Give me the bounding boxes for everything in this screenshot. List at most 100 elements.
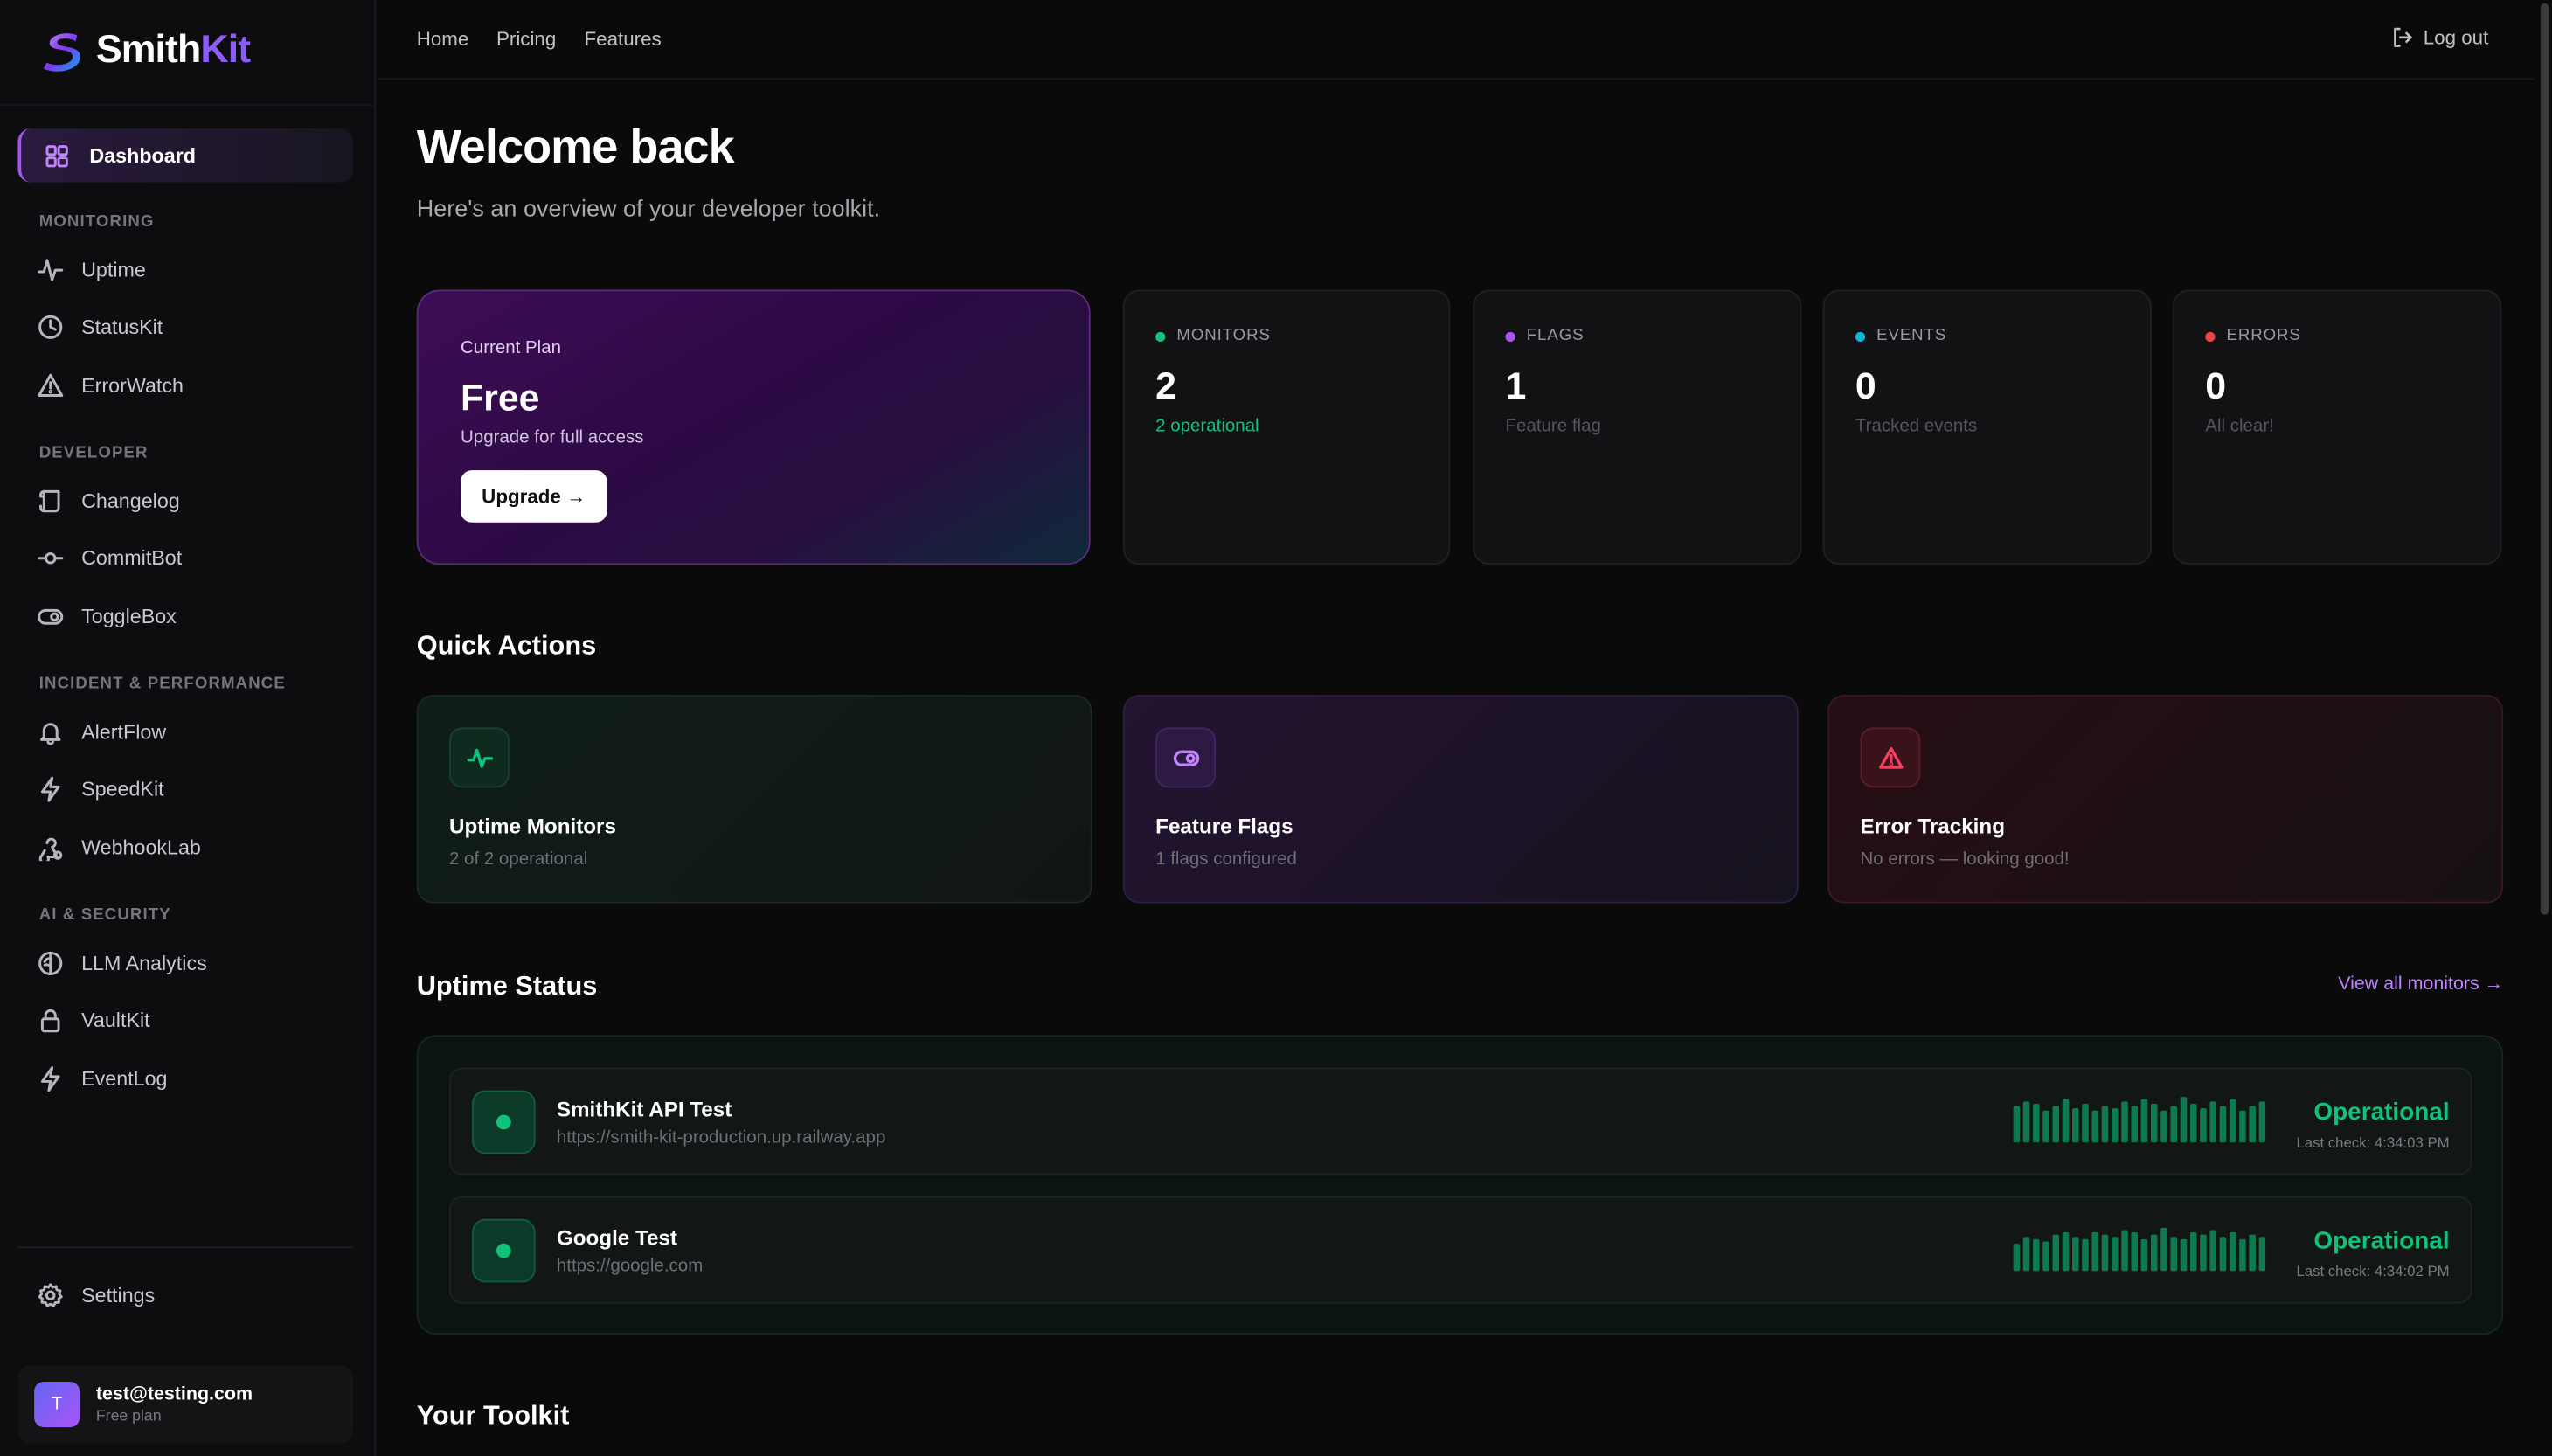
uptime-bar [2170,1237,2177,1272]
stat-card-events[interactable]: EVENTS 0 Tracked events [1822,289,2152,565]
monitor-status: Operational [2313,1227,2450,1255]
status-dot [1155,330,1166,342]
uptime-bar [2219,1237,2227,1272]
stat-card-flags[interactable]: FLAGS 1 Feature flag [1473,289,1802,565]
uptime-bar [2239,1110,2246,1143]
monitor-row[interactable]: SmithKit API Test https://smith-kit-prod… [448,1067,2472,1175]
brand-name: SmithKit [95,27,251,72]
logout-button[interactable]: Log out [2390,26,2488,49]
warning-icon [36,371,66,401]
plan-label: Current Plan [461,338,562,358]
lightning-icon [36,774,66,804]
stat-subtext: All clear! [2205,416,2274,437]
quick-action-feature-flags[interactable]: Feature Flags 1 flags configured [1122,695,1799,904]
sidebar-item-dashboard[interactable]: Dashboard [17,128,354,183]
section-heading-your-toolkit: Your Toolkit [416,1401,570,1431]
uptime-bar [2101,1234,2109,1272]
sidebar-item-label: StatusKit [81,315,163,339]
status-dot [496,1243,511,1258]
scrollbar[interactable] [2540,3,2549,915]
section-incident-performance: INCIDENT & PERFORMANCE [38,675,286,694]
uptime-bar [2219,1106,2227,1143]
plan-description: Upgrade for full access [461,427,644,448]
uptime-bar [2091,1232,2099,1272]
sidebar-item-uptime[interactable]: Uptime [36,249,345,291]
sidebar-item-eventlog[interactable]: EventLog [36,1057,345,1099]
brand-logo[interactable]: SmithKit [39,26,251,75]
sidebar-item-label: WebhookLab [81,836,201,860]
lightning-icon [36,1064,66,1094]
uptime-bar [2180,1238,2188,1272]
sidebar-item-togglebox[interactable]: ToggleBox [36,596,345,638]
uptime-bar [2042,1241,2049,1272]
stat-label: ERRORS [2226,327,2301,345]
avatar: T [34,1382,80,1428]
brain-icon [36,949,66,979]
quick-action-title: Uptime Monitors [448,814,616,839]
stat-card-monitors[interactable]: MONITORS 2 2 operational [1122,289,1451,565]
section-monitoring: MONITORING [38,212,155,232]
uptime-bar [2101,1106,2109,1143]
quick-action-uptime[interactable]: Uptime Monitors 2 of 2 operational [416,695,1092,904]
sidebar-item-speedkit[interactable]: SpeedKit [36,768,345,810]
status-dot [2205,330,2216,342]
quick-action-error-tracking[interactable]: Error Tracking No errors — looking good! [1827,695,2504,904]
upgrade-button[interactable]: Upgrade → [461,470,607,523]
status-dot [496,1114,511,1130]
sidebar-item-label: Changelog [81,489,180,513]
uptime-bar [2082,1103,2089,1143]
uptime-bar [2229,1232,2236,1272]
toggle-icon [1155,727,1217,788]
user-profile[interactable]: T test@testing.com Free plan [17,1365,354,1444]
uptime-bar [2013,1106,2021,1143]
logo-icon [43,33,80,72]
sidebar-item-webhooklab[interactable]: WebhookLab [36,827,345,869]
nav-link-features[interactable]: Features [585,28,662,51]
divider [17,1246,354,1249]
stat-header: MONITORS [1155,327,1271,345]
uptime-bar [2229,1099,2236,1143]
uptime-bar [2111,1237,2119,1272]
nav-link-home[interactable]: Home [417,28,469,51]
quick-action-title: Feature Flags [1155,814,1293,839]
sidebar-item-label: VaultKit [81,1009,150,1032]
section-heading-uptime-status: Uptime Status [416,971,598,1002]
monitor-row[interactable]: Google Test https://google.com Operation… [448,1196,2472,1304]
uptime-bar [2022,1101,2030,1143]
monitor-status-indicator [472,1090,536,1154]
uptime-bar [2150,1234,2158,1272]
section-developer: DEVELOPER [38,444,149,462]
uptime-bar [2033,1238,2040,1272]
nav-link-pricing[interactable]: Pricing [496,28,556,51]
uptime-bar [2200,1108,2207,1143]
monitor-status: Operational [2313,1098,2450,1127]
gear-icon [36,1281,66,1311]
uptime-status-panel: SmithKit API Test https://smith-kit-prod… [416,1035,2504,1335]
sidebar-item-commitbot[interactable]: CommitBot [36,537,345,579]
uptime-bar [2189,1232,2197,1272]
stat-subtext: 2 operational [1155,416,1259,437]
uptime-bar [2239,1238,2246,1272]
stat-card-errors[interactable]: ERRORS 0 All clear! [2173,289,2502,565]
sidebar-item-llm-analytics[interactable]: LLM Analytics [36,942,345,984]
sidebar-item-settings[interactable]: Settings [36,1274,345,1316]
sidebar-item-changelog[interactable]: Changelog [36,480,345,522]
sidebar-item-label: AlertFlow [81,720,167,745]
sidebar-item-statuskit[interactable]: StatusKit [36,306,345,348]
sidebar-item-label: ErrorWatch [81,374,184,398]
logout-label: Log out [2423,25,2489,49]
uptime-bar [2140,1099,2148,1143]
lock-icon [36,1006,66,1036]
view-all-monitors-link[interactable]: View all monitors → [2338,974,2503,994]
uptime-bar [2180,1097,2188,1143]
sidebar-item-vaultkit[interactable]: VaultKit [36,999,345,1041]
sidebar-item-alertflow[interactable]: AlertFlow [36,711,345,753]
webhook-icon [36,833,66,863]
activity-icon [448,727,510,788]
uptime-bar [2258,1237,2266,1272]
current-plan-card: Current Plan Free Upgrade for full acces… [416,289,1091,565]
user-plan: Free plan [95,1406,162,1425]
sidebar-item-errorwatch[interactable]: ErrorWatch [36,364,345,406]
uptime-bar [2150,1103,2158,1143]
uptime-bar [2013,1244,2021,1272]
